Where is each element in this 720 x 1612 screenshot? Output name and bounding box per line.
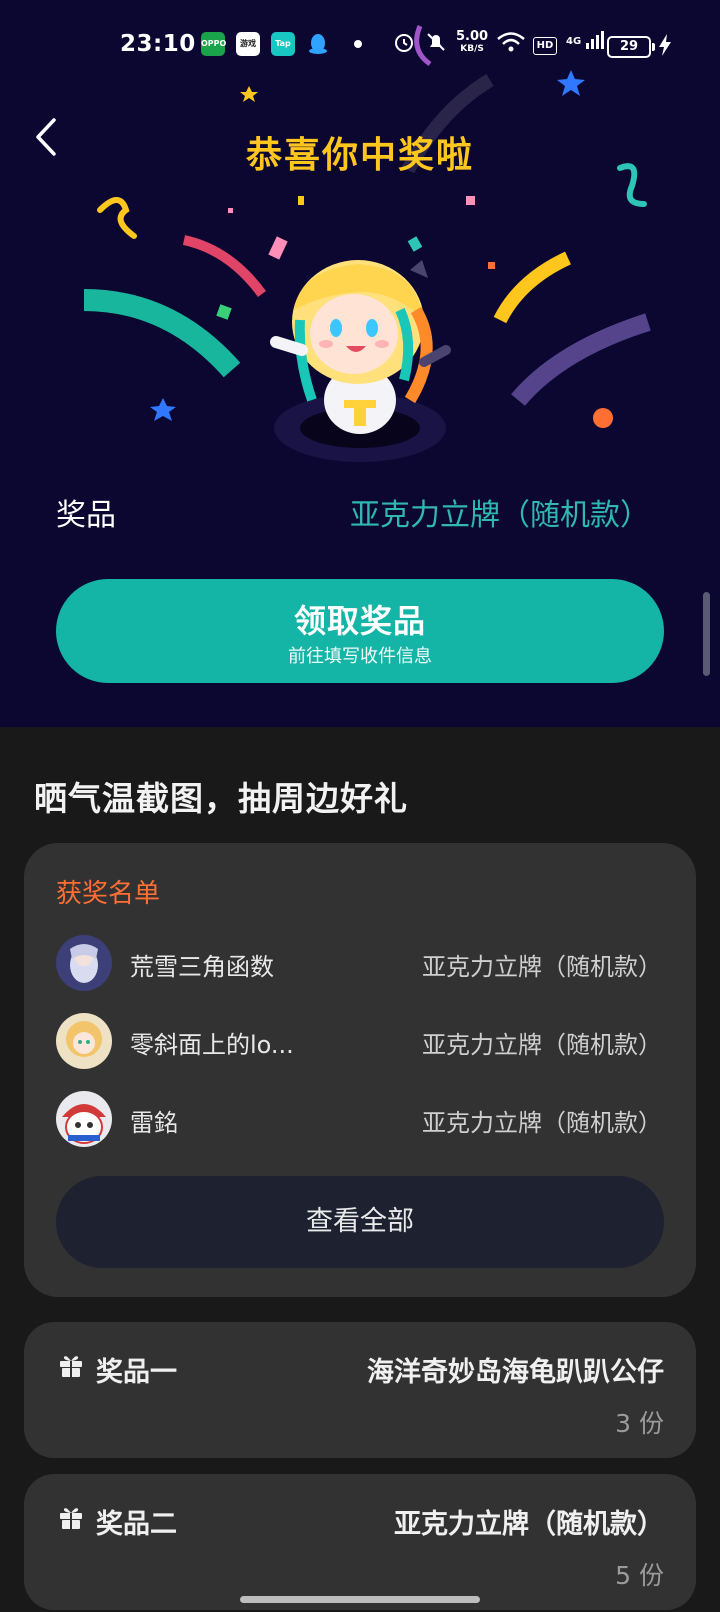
- winner-row[interactable]: 零斜面上的lo... 亚克力立牌（随机款）: [56, 1013, 662, 1069]
- hd-icon: HD: [533, 37, 557, 55]
- game-center-icon: 游戏: [236, 32, 260, 56]
- prize-name: 亚克力立牌（随机款）: [394, 1509, 664, 1540]
- prize-value: 亚克力立牌（随机款）: [350, 498, 650, 533]
- qq-icon: [306, 32, 330, 56]
- battery-icon: 29: [607, 36, 655, 58]
- claim-button-label: 领取奖品: [293, 602, 426, 640]
- campaign-title: 晒气温截图，抽周边好礼: [34, 779, 408, 818]
- charging-icon: [658, 34, 672, 60]
- avatar: [56, 1091, 112, 1147]
- claim-prize-button[interactable]: 领取奖品 前往填写收件信息: [56, 579, 664, 683]
- view-all-button[interactable]: 查看全部: [56, 1176, 664, 1268]
- congrats-hero: 23:10 OPPO 游戏 Tap 5.00 KB/S HD 4G 29 恭喜你…: [0, 0, 720, 727]
- mute-icon: [424, 30, 448, 58]
- winner-name: 荒雪三角函数: [130, 953, 274, 981]
- prize-tier-label: 奖品一: [96, 1357, 177, 1388]
- oppo-icon: OPPO: [201, 32, 226, 56]
- prize-quantity: 3 份: [615, 1409, 664, 1438]
- winner-name: 零斜面上的lo...: [130, 1031, 294, 1059]
- winner-name: 雷銘: [130, 1109, 178, 1137]
- prize-card: 奖品二 亚克力立牌（随机款） 5 份: [24, 1474, 696, 1610]
- prize-quantity: 5 份: [615, 1561, 664, 1590]
- gift-icon: [60, 1356, 82, 1377]
- notification-dot: [354, 40, 362, 48]
- winner-prize: 亚克力立牌（随机款）: [422, 1109, 662, 1137]
- status-time: 23:10: [120, 31, 196, 57]
- home-indicator[interactable]: [240, 1596, 480, 1603]
- winner-prize: 亚克力立牌（随机款）: [422, 953, 662, 981]
- gift-icon: [60, 1508, 82, 1529]
- winner-prize: 亚克力立牌（随机款）: [422, 1031, 662, 1059]
- alarm-icon: [392, 30, 416, 58]
- winner-row[interactable]: 荒雪三角函数 亚克力立牌（随机款）: [56, 935, 662, 991]
- net-speed: 5.00 KB/S: [456, 29, 489, 54]
- claim-button-sublabel: 前往填写收件信息: [288, 646, 432, 667]
- wifi-icon: [496, 30, 526, 58]
- status-bar: 23:10 OPPO 游戏 Tap 5.00 KB/S HD 4G 29: [0, 0, 720, 90]
- winners-card: 获奖名单 荒雪三角函数 亚克力立牌（随机款） 零斜面上的lo... 亚克力立牌（…: [24, 843, 696, 1297]
- mascot-illustration: [270, 260, 451, 462]
- prize-label: 奖品: [56, 498, 116, 533]
- prize-card: 奖品一 海洋奇妙岛海龟趴趴公仔 3 份: [24, 1322, 696, 1458]
- tap-icon: Tap: [271, 32, 295, 56]
- prize-tier-label: 奖品二: [96, 1509, 177, 1540]
- avatar: [56, 1013, 112, 1069]
- scrollbar[interactable]: [703, 592, 710, 676]
- winner-row[interactable]: 雷銘 亚克力立牌（随机款）: [56, 1091, 662, 1147]
- avatar: [56, 935, 112, 991]
- page-title: 恭喜你中奖啦: [245, 135, 474, 176]
- signal-icon: 4G: [566, 30, 605, 50]
- prize-name: 海洋奇妙岛海龟趴趴公仔: [367, 1357, 664, 1388]
- winners-title: 获奖名单: [56, 879, 161, 909]
